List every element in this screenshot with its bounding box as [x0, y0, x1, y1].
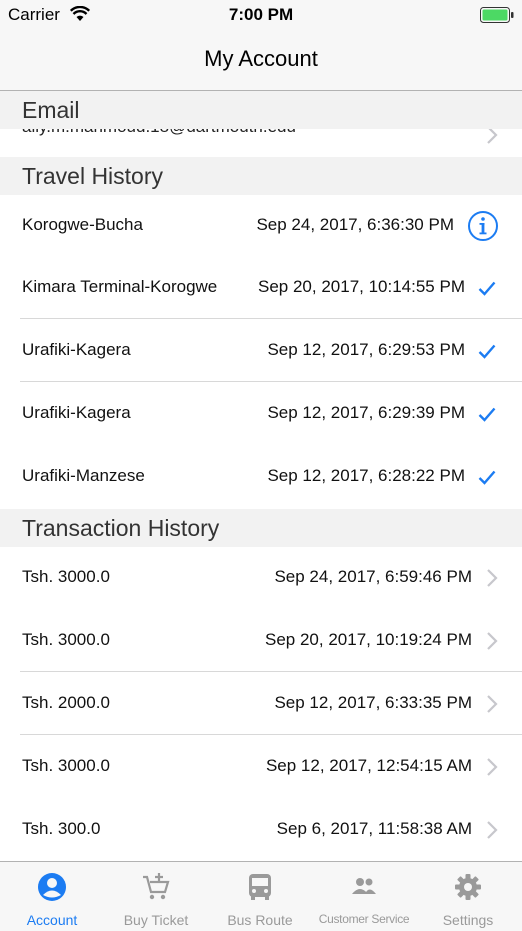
section-header-label: Email — [22, 97, 80, 123]
chevron-right-icon — [487, 821, 498, 839]
tab-bus-route[interactable]: Bus Route — [208, 862, 312, 931]
travel-row[interactable]: Korogwe-Bucha Sep 24, 2017, 6:36:30 PM — [0, 195, 522, 257]
tab-label: Bus Route — [227, 912, 293, 928]
chevron-right-icon — [487, 129, 498, 144]
section-header-email: Email — [0, 91, 522, 129]
transaction-row[interactable]: Tsh. 300.0 Sep 6, 2017, 11:58:38 AM — [0, 799, 522, 861]
checkmark-icon — [478, 470, 496, 485]
cart-plus-icon — [143, 873, 170, 900]
chevron-right-icon — [487, 695, 498, 713]
chevron-right-icon — [487, 758, 498, 776]
section-header-transaction-history: Transaction History — [0, 509, 522, 547]
chevron-right-icon — [487, 632, 498, 650]
transaction-date: Sep 12, 2017, 6:33:35 PM — [274, 693, 472, 712]
transaction-date: Sep 12, 2017, 12:54:15 AM — [265, 756, 472, 775]
checkmark-icon — [478, 407, 496, 422]
transaction-row[interactable]: Tsh. 3000.0 Sep 24, 2017, 6:59:46 PM — [0, 547, 522, 609]
tab-label: Account — [26, 912, 78, 928]
navigation-bar: My Account — [0, 32, 522, 91]
tab-bar: Account Buy Ticket Bus Route Customer Se… — [0, 861, 522, 931]
transaction-amount: Tsh. 3000.0 — [22, 756, 110, 775]
section-header-label: Transaction History — [22, 515, 220, 541]
account-table[interactable]: Email ally.m.mahmoud.18@dartmouth.edu Tr… — [0, 91, 522, 861]
tab-buy-ticket[interactable]: Buy Ticket — [104, 862, 208, 931]
tab-account[interactable]: Account — [0, 862, 104, 931]
transaction-amount: Tsh. 3000.0 — [22, 630, 110, 649]
gear-icon — [455, 874, 481, 900]
tab-customer-service[interactable]: Customer Service — [312, 862, 416, 931]
transaction-row[interactable]: Tsh. 3000.0 Sep 12, 2017, 12:54:15 AM — [0, 736, 522, 798]
transaction-row[interactable]: Tsh. 2000.0 Sep 12, 2017, 6:33:35 PM — [0, 673, 522, 735]
travel-row[interactable]: Kimara Terminal-Korogwe Sep 20, 2017, 10… — [0, 257, 522, 319]
route-label: Korogwe-Bucha — [22, 215, 143, 234]
section-header-label: Travel History — [22, 163, 163, 189]
info-icon[interactable] — [467, 210, 499, 242]
route-label: Urafiki-Kagera — [22, 403, 131, 422]
checkmark-icon — [478, 281, 496, 296]
tab-label: Buy Ticket — [123, 912, 189, 928]
route-label: Urafiki-Kagera — [22, 340, 131, 359]
travel-date: Sep 12, 2017, 6:28:22 PM — [267, 466, 465, 485]
route-label: Kimara Terminal-Korogwe — [22, 277, 218, 296]
transaction-date: Sep 20, 2017, 10:19:24 PM — [265, 630, 472, 649]
tab-settings[interactable]: Settings — [416, 862, 520, 931]
chevron-right-icon — [487, 569, 498, 587]
transaction-row[interactable]: Tsh. 3000.0 Sep 20, 2017, 10:19:24 PM — [0, 610, 522, 672]
tab-label: Customer Service — [318, 912, 410, 926]
checkmark-icon — [478, 344, 496, 359]
account-icon — [38, 873, 66, 901]
transaction-amount: Tsh. 2000.0 — [22, 693, 110, 712]
people-icon — [352, 878, 376, 894]
bus-icon — [249, 874, 271, 900]
travel-row[interactable]: Urafiki-Kagera Sep 12, 2017, 6:29:53 PM — [0, 320, 522, 382]
transaction-date: Sep 24, 2017, 6:59:46 PM — [274, 567, 472, 586]
route-label: Urafiki-Manzese — [22, 466, 145, 485]
travel-date: Sep 24, 2017, 6:36:30 PM — [256, 215, 454, 234]
transaction-amount: Tsh. 3000.0 — [22, 567, 110, 586]
travel-date: Sep 20, 2017, 10:14:55 PM — [258, 277, 465, 296]
clock: 7:00 PM — [228, 5, 294, 24]
transaction-amount: Tsh. 300.0 — [22, 819, 101, 838]
travel-date: Sep 12, 2017, 6:29:53 PM — [267, 340, 465, 359]
transaction-date: Sep 6, 2017, 11:58:38 AM — [276, 819, 472, 838]
travel-row[interactable]: Urafiki-Manzese Sep 12, 2017, 6:28:22 PM — [0, 446, 522, 508]
battery-icon — [480, 7, 514, 23]
status-bar: Carrier 7:00 PM — [0, 0, 522, 32]
section-header-travel-history: Travel History — [0, 157, 522, 195]
email-row[interactable]: ally.m.mahmoud.18@dartmouth.edu — [0, 129, 522, 157]
travel-date: Sep 12, 2017, 6:29:39 PM — [267, 403, 465, 422]
travel-row[interactable]: Urafiki-Kagera Sep 12, 2017, 6:29:39 PM — [0, 383, 522, 445]
email-value: ally.m.mahmoud.18@dartmouth.edu — [22, 129, 296, 137]
page-title: My Account — [204, 46, 318, 71]
tab-label: Settings — [442, 912, 494, 928]
